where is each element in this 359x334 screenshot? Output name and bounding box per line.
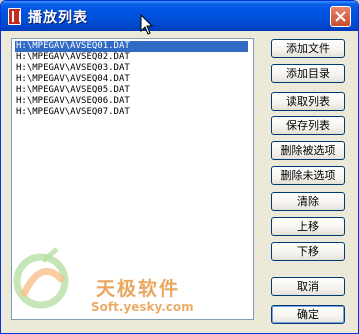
playlist-item[interactable]: H:\MPEGAV\AVSEQ04.DAT	[15, 74, 248, 85]
watermark-site: Soft.yesky.com	[91, 300, 194, 314]
save-list-button[interactable]: 保存列表	[271, 116, 345, 135]
clear-button[interactable]: 清除	[271, 192, 345, 211]
playlist-dialog: 播放列表 H:\MPEGAV\AVSEQ01.DAT H:\MPEGAV\AVSE…	[0, 0, 359, 334]
remove-unselected-button[interactable]: 删除未选项	[271, 166, 345, 185]
playlist-item[interactable]: H:\MPEGAV\AVSEQ05.DAT	[15, 85, 248, 96]
close-button[interactable]	[330, 6, 351, 27]
load-list-button[interactable]: 读取列表	[271, 92, 345, 111]
add-directory-button[interactable]: 添加目录	[271, 64, 345, 83]
move-up-button[interactable]: 上移	[271, 217, 345, 236]
remove-selected-button[interactable]: 删除被选项	[271, 141, 345, 160]
move-down-button[interactable]: 下移	[271, 242, 345, 261]
add-file-button[interactable]: 添加文件	[271, 39, 345, 58]
title-bar[interactable]: 播放列表	[1, 1, 358, 31]
app-icon	[8, 8, 21, 25]
cancel-button[interactable]: 取消	[271, 277, 345, 296]
playlist-item[interactable]: H:\MPEGAV\AVSEQ02.DAT	[15, 52, 248, 63]
close-icon	[335, 11, 346, 22]
watermark-title: 天极软件	[96, 278, 181, 300]
ok-button[interactable]: 确定	[271, 305, 345, 324]
playlist-item[interactable]: H:\MPEGAV\AVSEQ03.DAT	[15, 63, 248, 74]
playlist-item[interactable]: H:\MPEGAV\AVSEQ07.DAT	[15, 107, 248, 118]
playlist-item[interactable]: H:\MPEGAV\AVSEQ01.DAT	[15, 41, 248, 52]
mouse-pointer-icon	[140, 14, 154, 35]
window-title: 播放列表	[28, 10, 88, 26]
playlist-item[interactable]: H:\MPEGAV\AVSEQ06.DAT	[15, 96, 248, 107]
